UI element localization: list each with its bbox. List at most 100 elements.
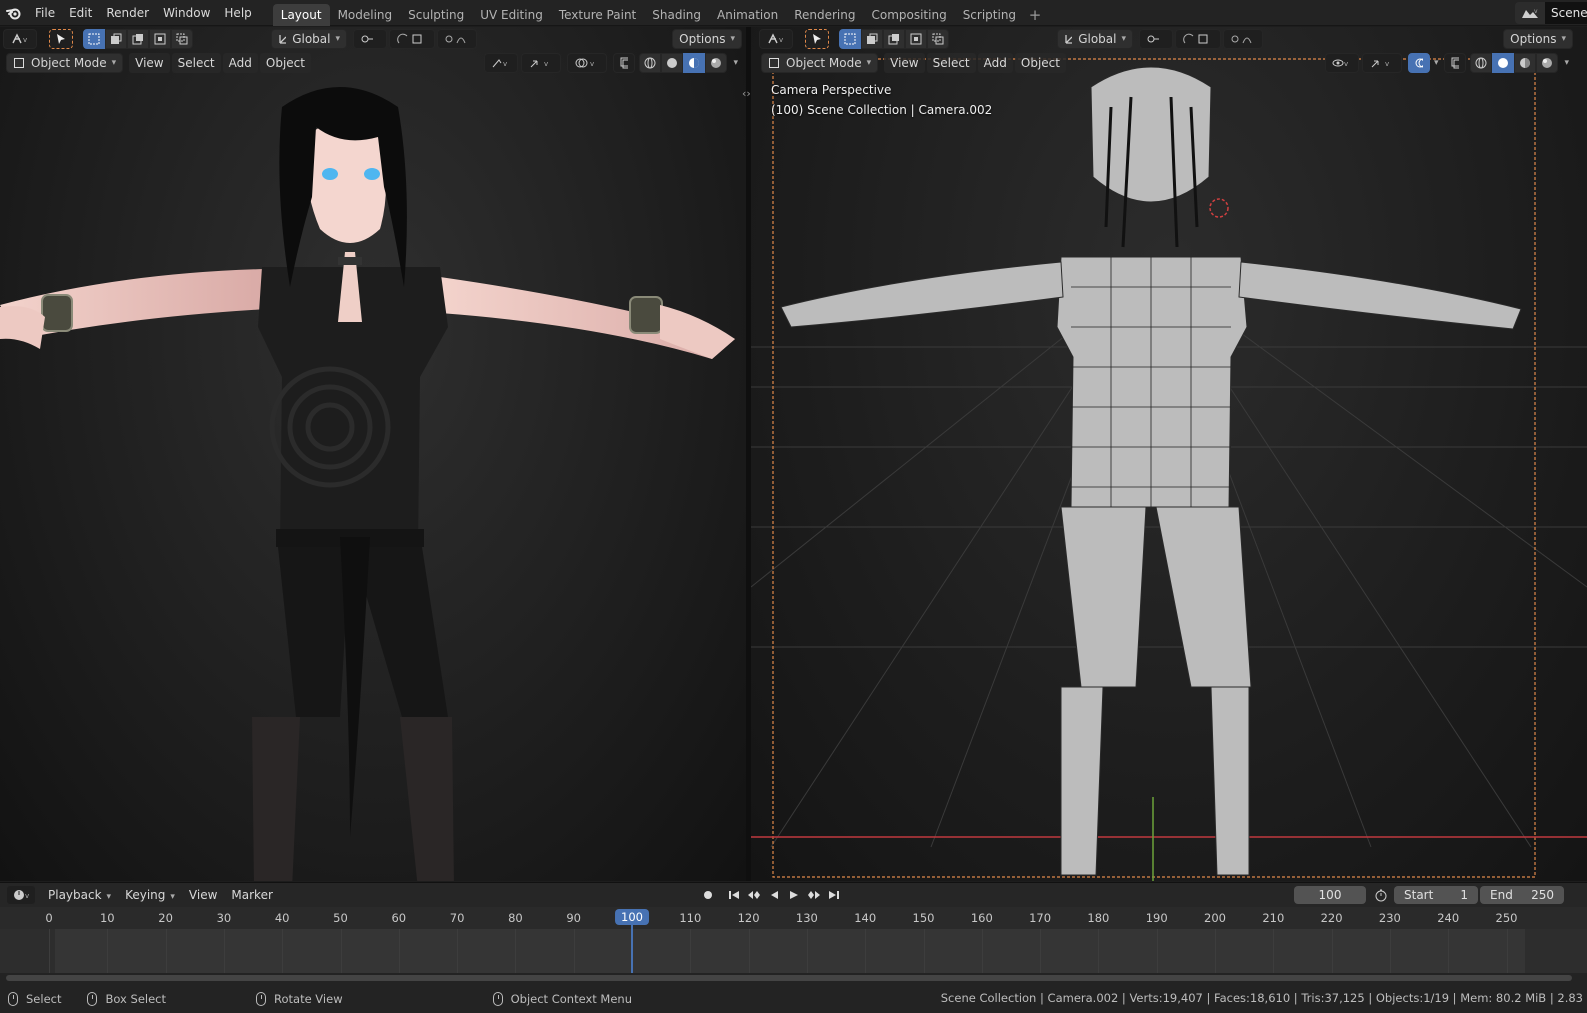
solid-shading-icon[interactable] xyxy=(661,53,684,73)
overlays-icon[interactable] xyxy=(1407,53,1430,73)
shading-options-chevron-icon[interactable]: ▾ xyxy=(733,58,738,68)
timeline-scrollbar[interactable] xyxy=(6,975,1572,981)
options-dropdown[interactable]: Options ▾ xyxy=(1503,29,1573,49)
start-frame-field[interactable]: Start 1 xyxy=(1394,886,1478,904)
menu-view[interactable]: View xyxy=(884,53,925,73)
right-viewport[interactable]: v Global ▾ Options ▾ Object Mode ▾ View Sel… xyxy=(751,27,1587,881)
object-mode-dropdown[interactable]: Object Mode ▾ xyxy=(761,53,879,73)
svg-text:v: v xyxy=(25,892,29,900)
select-subtract-icon[interactable] xyxy=(127,29,149,49)
editor-type-icon[interactable]: v xyxy=(6,885,36,905)
menu-view[interactable]: View xyxy=(129,53,170,73)
menu-object[interactable]: Object xyxy=(1014,53,1066,73)
menu-marker[interactable]: Marker xyxy=(225,885,278,905)
end-value: 250 xyxy=(1531,888,1554,902)
select-new-icon[interactable] xyxy=(839,29,861,49)
wireframe-shading-icon[interactable] xyxy=(639,53,662,73)
transform-orientation-dropdown[interactable]: Global ▾ xyxy=(1057,29,1133,49)
jump-start-icon[interactable] xyxy=(724,885,744,905)
material-shading-icon[interactable] xyxy=(683,53,706,73)
select-new-icon[interactable] xyxy=(83,29,105,49)
menu-add[interactable]: Add xyxy=(222,53,258,73)
select-intersect-icon[interactable] xyxy=(171,29,193,49)
visibility-icon[interactable]: v xyxy=(1324,53,1359,73)
tab-animation[interactable]: Animation xyxy=(709,4,786,26)
play-reverse-icon[interactable] xyxy=(764,885,784,905)
gizmo-icon[interactable]: v xyxy=(521,53,562,73)
grid-line xyxy=(282,929,284,973)
prev-keyframe-icon[interactable] xyxy=(744,885,764,905)
transform-orientation-dropdown[interactable]: Global ▾ xyxy=(271,29,347,49)
menu-keying[interactable]: Keying ▾ xyxy=(119,885,181,905)
wireframe-scene-image xyxy=(751,58,1587,881)
select-extend-icon[interactable] xyxy=(861,29,883,49)
select-invert-icon[interactable] xyxy=(905,29,927,49)
select-tool-icon[interactable] xyxy=(49,29,73,49)
tab-uv-editing[interactable]: UV Editing xyxy=(472,4,551,26)
menu-file[interactable]: File xyxy=(28,0,62,26)
proportional-edit-icon[interactable] xyxy=(1223,29,1263,49)
select-tool-icon[interactable] xyxy=(805,29,829,49)
menu-select[interactable]: Select xyxy=(926,53,976,73)
menu-playback[interactable]: Playback ▾ xyxy=(42,885,117,905)
snap-icon[interactable] xyxy=(1175,29,1221,49)
overlays-chevron-icon[interactable]: ▾ xyxy=(1434,58,1439,68)
menu-view[interactable]: View xyxy=(183,885,223,905)
tab-sculpting[interactable]: Sculpting xyxy=(400,4,472,26)
play-icon[interactable] xyxy=(784,885,804,905)
next-keyframe-icon[interactable] xyxy=(804,885,824,905)
snap-icon[interactable] xyxy=(389,29,435,49)
material-shading-icon[interactable] xyxy=(1514,53,1537,73)
pivot-point-icon[interactable] xyxy=(353,29,387,49)
rendered-shading-icon[interactable] xyxy=(705,53,728,73)
editor-type-icon[interactable]: v xyxy=(3,29,37,49)
gizmo-icon[interactable]: v xyxy=(1361,53,1402,73)
grid-line xyxy=(923,929,925,973)
select-intersect-icon[interactable] xyxy=(927,29,949,49)
menu-render[interactable]: Render xyxy=(99,0,156,26)
playhead[interactable] xyxy=(631,923,633,973)
menu-object[interactable]: Object xyxy=(259,53,311,73)
scene-selector[interactable]: v Scene xyxy=(1515,2,1587,24)
menu-help[interactable]: Help xyxy=(217,0,258,26)
grid-line xyxy=(457,929,459,973)
tab-shading[interactable]: Shading xyxy=(644,4,709,26)
keyframe-track[interactable] xyxy=(0,929,1587,973)
pivot-point-icon[interactable] xyxy=(1139,29,1173,49)
tab-modeling[interactable]: Modeling xyxy=(330,4,401,26)
stopwatch-icon[interactable] xyxy=(1372,886,1390,904)
menu-edit[interactable]: Edit xyxy=(62,0,99,26)
shading-options-chevron-icon[interactable]: ▾ xyxy=(1564,58,1569,68)
record-icon[interactable] xyxy=(698,885,718,905)
end-frame-field[interactable]: End 250 xyxy=(1480,886,1564,904)
tab-texture-paint[interactable]: Texture Paint xyxy=(551,4,644,26)
rendered-shading-icon[interactable] xyxy=(1536,53,1559,73)
object-mode-dropdown[interactable]: Object Mode ▾ xyxy=(6,53,124,73)
options-dropdown[interactable]: Options ▾ xyxy=(672,29,742,49)
visibility-icon[interactable]: v xyxy=(484,53,519,73)
xray-icon[interactable] xyxy=(1444,53,1467,73)
editor-type-icon[interactable]: v xyxy=(759,29,793,49)
proportional-edit-icon[interactable] xyxy=(437,29,477,49)
menu-select[interactable]: Select xyxy=(171,53,221,73)
menu-window[interactable]: Window xyxy=(156,0,217,26)
tab-scripting[interactable]: Scripting xyxy=(955,4,1024,26)
status-bar: Select Box Select Rotate View Object Con… xyxy=(0,984,1587,1013)
select-invert-icon[interactable] xyxy=(149,29,171,49)
select-extend-icon[interactable] xyxy=(105,29,127,49)
tab-compositing[interactable]: Compositing xyxy=(863,4,954,26)
select-subtract-icon[interactable] xyxy=(883,29,905,49)
xray-icon[interactable] xyxy=(613,53,636,73)
menu-add[interactable]: Add xyxy=(977,53,1013,73)
current-frame-field[interactable]: 100 xyxy=(1294,886,1366,904)
frame-ruler[interactable]: 0 10 20 30 40 50 60 70 80 90 100 110 120 130 140 150 160… xyxy=(0,907,1587,929)
tab-layout[interactable]: Layout xyxy=(272,3,330,26)
solid-shading-icon[interactable] xyxy=(1492,53,1515,73)
overlays-icon[interactable]: v xyxy=(567,53,608,73)
blender-logo-icon[interactable] xyxy=(0,0,28,26)
jump-end-icon[interactable] xyxy=(824,885,844,905)
wireframe-shading-icon[interactable] xyxy=(1470,53,1493,73)
left-viewport[interactable]: v Global ▾ Options ▾ Object Mode ▾ View Sel… xyxy=(0,27,746,881)
tab-rendering[interactable]: Rendering xyxy=(786,4,863,26)
add-workspace-button[interactable]: + xyxy=(1024,4,1046,26)
